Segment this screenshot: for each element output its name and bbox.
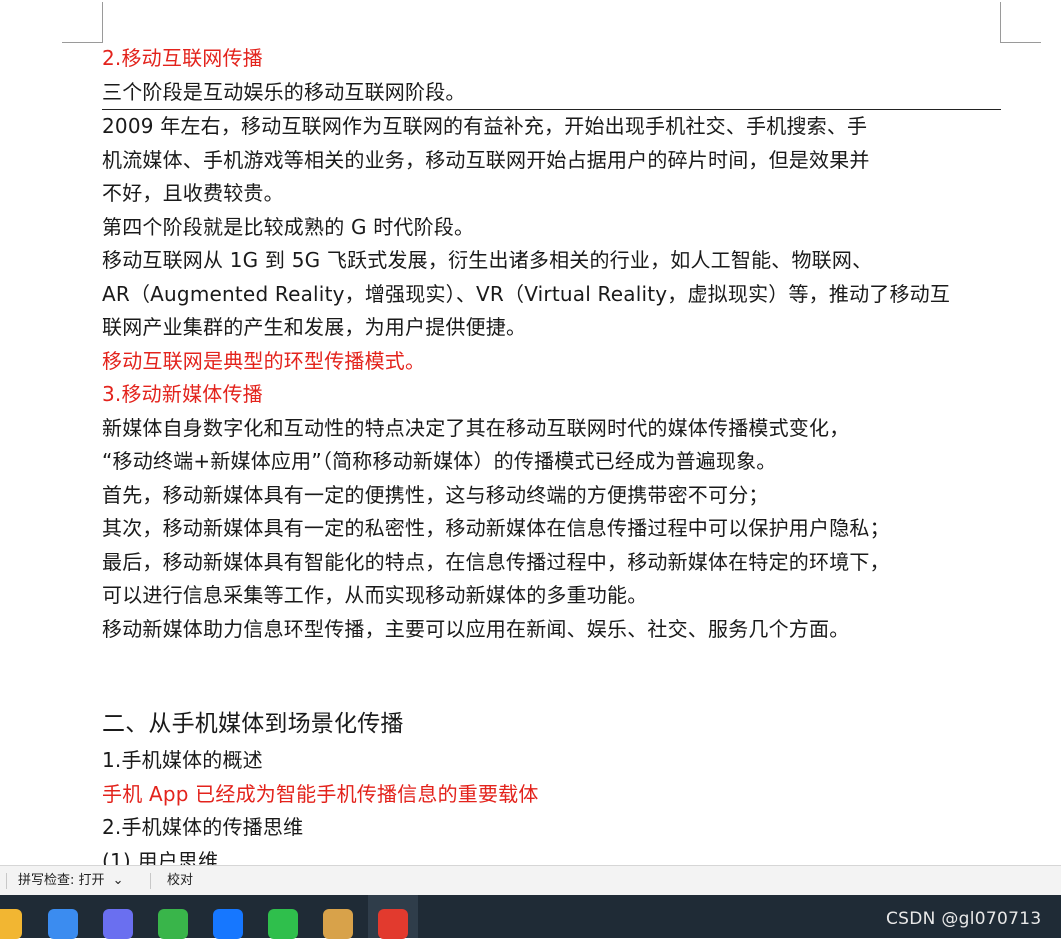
proofread-button[interactable]: 校对 bbox=[167, 872, 193, 890]
paragraph-line: 机流媒体、手机游戏等相关的业务，移动互联网开始占据用户的碎片时间，但是效果并 bbox=[102, 147, 870, 172]
paragraph-line: 移动新媒体助力信息环型传播，主要可以应用在新闻、娱乐、社交、服务几个方面。 bbox=[102, 616, 850, 641]
paragraph-line: 可以进行信息采集等工作，从而实现移动新媒体的多重功能。 bbox=[102, 583, 648, 607]
feishu-icon[interactable] bbox=[213, 909, 243, 939]
page-corner-top-right bbox=[1000, 2, 1041, 43]
paragraph-line: 移动互联网从 1G 到 5G 飞跃式发展，衍生出诸多相关的行业，如人工智能、物联… bbox=[102, 248, 873, 272]
section-heading: 二、从手机媒体到场景化传播 bbox=[102, 711, 404, 737]
watermark: CSDN @gl070713 bbox=[886, 909, 1042, 929]
wechat-icon[interactable] bbox=[268, 909, 298, 939]
app-butterfly-icon[interactable] bbox=[103, 909, 133, 939]
wps-icon[interactable] bbox=[378, 909, 408, 939]
paragraph-line: 其次，移动新媒体具有一定的私密性，移动新媒体在信息传播过程中可以保护用户隐私； bbox=[102, 516, 890, 540]
paragraph-line: 3.移动新媒体传播 bbox=[102, 382, 263, 406]
paragraph-line: 新媒体自身数字化和互动性的特点决定了其在移动互联网时代的媒体传播模式变化， bbox=[102, 415, 850, 440]
paragraph-line: 2.移动互联网传播 bbox=[102, 46, 263, 70]
paragraph-line: 最后，移动新媒体具有智能化的特点，在信息传播过程中，移动新媒体在特定的环境下， bbox=[102, 549, 890, 574]
paragraph-line: 首先，移动新媒体具有一定的便携性，这与移动终端的方便携带密不可分； bbox=[102, 482, 769, 507]
spellcheck-label: 拼写检查: 打开 bbox=[18, 873, 105, 888]
paragraph-line: 手机 App 已经成为智能手机传播信息的重要载体 bbox=[102, 781, 539, 806]
paragraph-line: 2009 年左右，移动互联网作为互联网的有益补充，开始出现手机社交、手机搜索、手 bbox=[102, 114, 868, 138]
paragraph-line: 联网产业集群的产生和发展，为用户提供便捷。 bbox=[102, 315, 527, 339]
paragraph-line: AR（Augmented Reality，增强现实）、VR（Virtual Re… bbox=[102, 281, 951, 306]
archive-icon[interactable] bbox=[323, 909, 353, 939]
status-separator bbox=[6, 873, 7, 889]
paragraph-line: 不好，且收费较贵。 bbox=[102, 181, 284, 205]
paragraph-line: 2.手机媒体的传播思维 bbox=[102, 815, 304, 839]
document-page: 2.移动互联网传播三个阶段是互动娱乐的移动互联网阶段。 2009 年左右，移动互联… bbox=[0, 0, 1061, 865]
document-body[interactable]: 2.移动互联网传播三个阶段是互动娱乐的移动互联网阶段。 2009 年左右，移动互联… bbox=[102, 42, 1001, 865]
page-corner-top-left bbox=[62, 2, 103, 43]
paragraph-line: “移动终端+新媒体应用”（简称移动新媒体）的传播模式已经成为普遍现象。 bbox=[102, 449, 777, 473]
chevron-down-icon: ⌄ bbox=[112, 873, 124, 888]
paragraph-line: 1.手机媒体的概述 bbox=[102, 748, 263, 772]
spellcheck-toggle[interactable]: 拼写检查: 打开 ⌄ bbox=[18, 872, 124, 890]
status-bar: 拼写检查: 打开 ⌄ 校对 bbox=[0, 865, 1061, 896]
paragraph-line: 第四个阶段就是比较成熟的 G 时代阶段。 bbox=[102, 214, 475, 239]
paragraph-line: 移动互联网是典型的环型传播模式。 bbox=[102, 348, 426, 373]
browser-e-icon[interactable] bbox=[158, 909, 188, 939]
app-triangle-icon[interactable] bbox=[48, 909, 78, 939]
paragraph-line: (1) 用户思维 bbox=[102, 848, 219, 866]
file-explorer-icon[interactable] bbox=[0, 909, 22, 939]
status-separator bbox=[150, 873, 151, 889]
paragraph-line: 三个阶段是互动娱乐的移动互联网阶段。 bbox=[102, 76, 1001, 110]
